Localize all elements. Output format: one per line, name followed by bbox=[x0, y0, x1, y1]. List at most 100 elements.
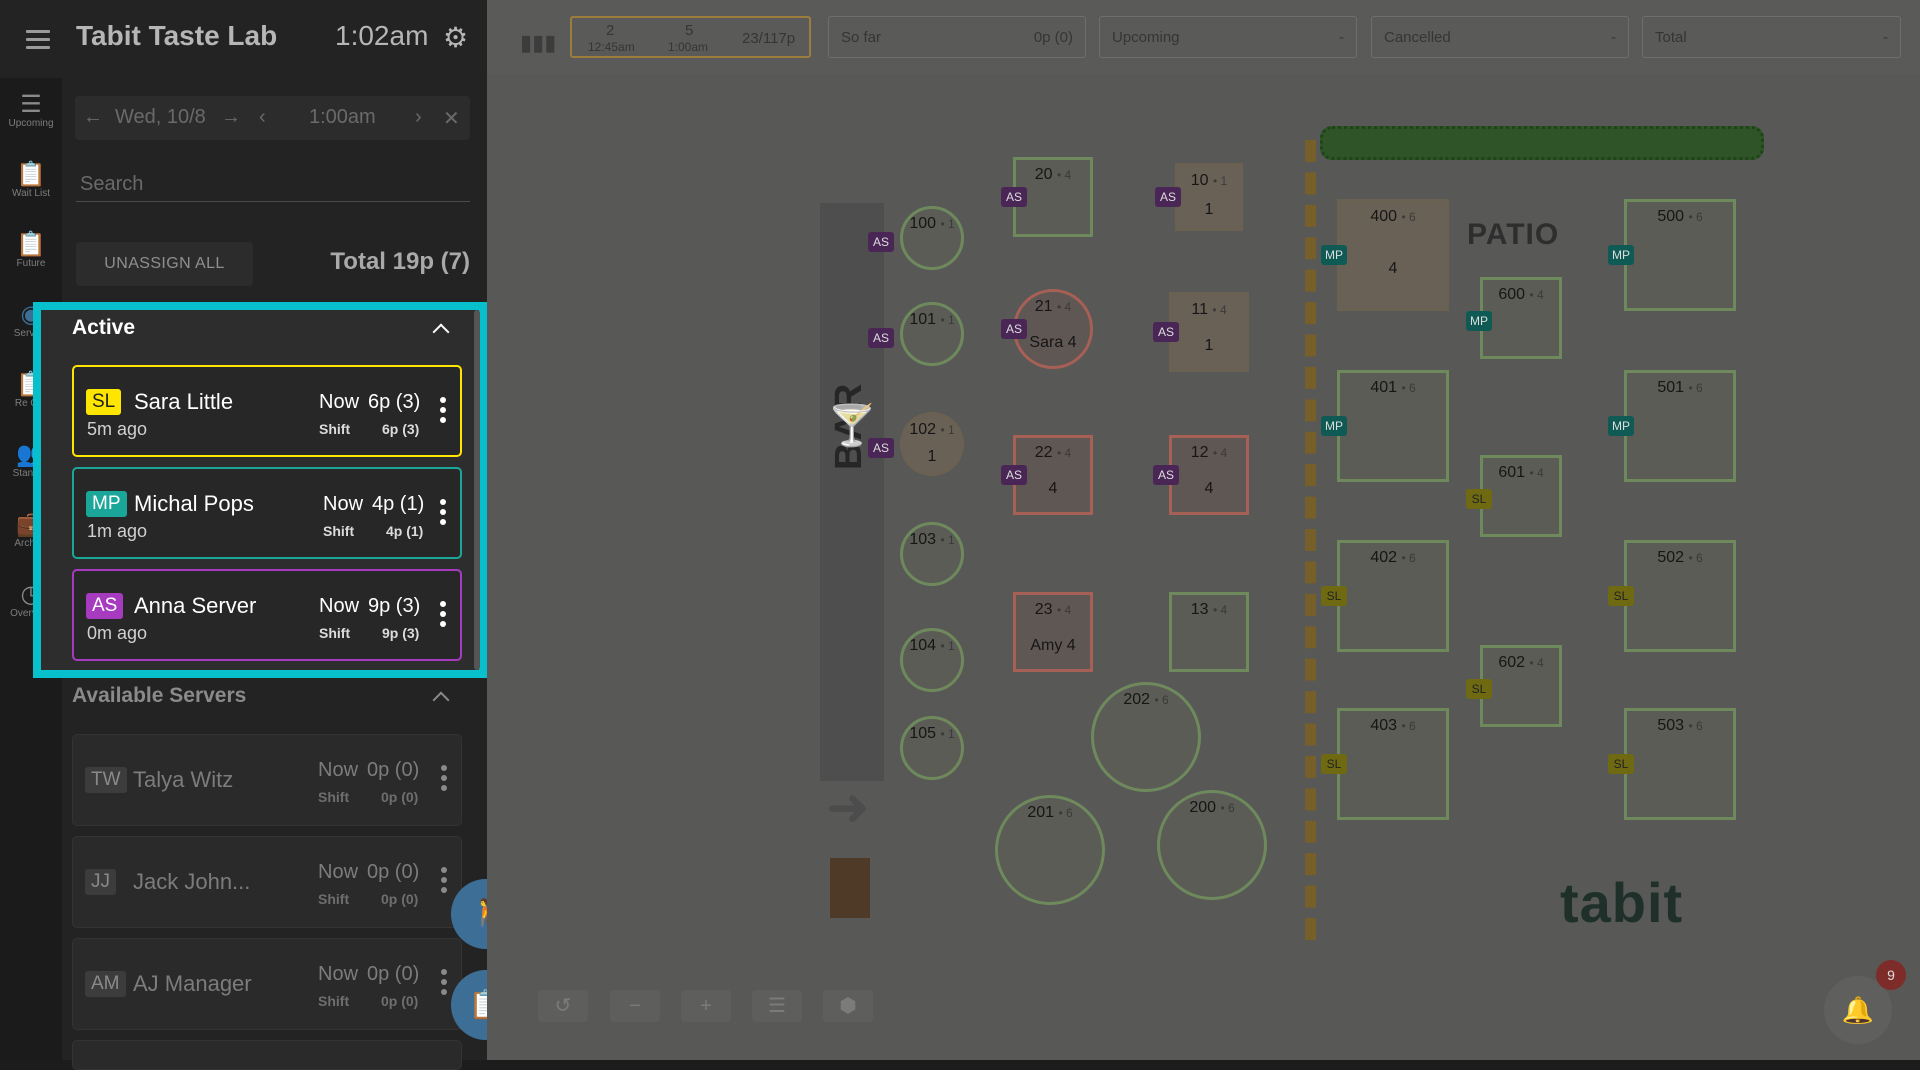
patio-label: PATIO bbox=[1467, 218, 1560, 251]
table-number: 500 • 6 bbox=[1657, 208, 1703, 225]
date-label[interactable]: Wed, 10/8 bbox=[115, 106, 206, 129]
list-view-button[interactable]: ☰ bbox=[752, 990, 802, 1022]
table-503[interactable]: 503 • 6 bbox=[1624, 708, 1736, 820]
server-initials-badge: JJ bbox=[85, 869, 116, 895]
cancelled-label: Cancelled bbox=[1384, 29, 1451, 46]
shift-label: Shift bbox=[318, 789, 350, 805]
close-icon[interactable]: ✕ bbox=[443, 106, 460, 131]
history-icon[interactable]: ↺ bbox=[538, 990, 588, 1022]
upcoming-label: Upcoming bbox=[1112, 29, 1180, 46]
current-time: 1:02am bbox=[335, 20, 429, 51]
restaurant-title: Tabit Taste Lab bbox=[76, 20, 278, 51]
table-11[interactable]: 11 • 4 1 bbox=[1169, 292, 1249, 372]
table-number: 403 • 6 bbox=[1370, 717, 1416, 734]
table-103[interactable]: 103 • 1 bbox=[900, 522, 964, 586]
more-icon[interactable] bbox=[441, 765, 447, 795]
shift-summary[interactable]: 2 12:45am 5 1:00am 23/117p bbox=[570, 16, 811, 58]
table-104[interactable]: 104 • 1 bbox=[900, 628, 964, 692]
chevron-up-icon[interactable] bbox=[432, 691, 450, 709]
table-number: 400 • 6 bbox=[1370, 208, 1416, 225]
shift-value: 9p (3) bbox=[382, 625, 420, 641]
rail-waitlist[interactable]: 📋 Wait List bbox=[0, 161, 62, 200]
now-value: 9p (3) bbox=[368, 595, 421, 617]
clipboard-icon: 📋 bbox=[16, 161, 46, 188]
table-600[interactable]: 600 • 4 bbox=[1480, 277, 1562, 359]
table-102[interactable]: 102 • 1 1 bbox=[900, 412, 964, 476]
server-card[interactable]: AM AJ Manager Now 0p (0) Shift 0p (0) bbox=[72, 938, 462, 1030]
tabit-logo: tabit bbox=[1560, 871, 1684, 934]
arrow-right-icon[interactable]: → bbox=[221, 106, 241, 129]
server-card[interactable]: SL Sara Little 5m ago Now 6p (3) Shift 6… bbox=[72, 365, 462, 457]
server-card[interactable] bbox=[72, 1040, 462, 1070]
table-502[interactable]: 502 • 6 bbox=[1624, 540, 1736, 652]
arrow-left-icon[interactable]: ← bbox=[83, 106, 103, 129]
more-icon[interactable] bbox=[441, 867, 447, 897]
rail-upcoming[interactable]: ☰ Upcoming bbox=[0, 92, 62, 130]
table-602[interactable]: 602 • 4 bbox=[1480, 645, 1562, 727]
gear-icon[interactable]: ⚙ bbox=[443, 24, 468, 52]
table-403[interactable]: 403 • 6 bbox=[1337, 708, 1449, 820]
server-card[interactable]: JJ Jack John... Now 0p (0) Shift 0p (0) bbox=[72, 836, 462, 928]
menu-icon[interactable] bbox=[26, 30, 50, 49]
zoom-in-button[interactable]: + bbox=[681, 990, 731, 1022]
bar-chart-icon[interactable]: ▮▮▮ bbox=[520, 30, 556, 56]
table-occupancy: Sara 4 bbox=[1029, 334, 1077, 351]
cancelled-box[interactable]: Cancelled - bbox=[1371, 16, 1629, 58]
server-time-ago: 5m ago bbox=[87, 419, 148, 439]
table-201[interactable]: 201 • 6 bbox=[995, 795, 1105, 905]
scrollbar[interactable] bbox=[474, 310, 480, 670]
server-tag: AS bbox=[1001, 319, 1027, 339]
server-card[interactable]: TW Talya Witz Now 0p (0) Shift 0p (0) bbox=[72, 734, 462, 826]
shift-value: 0p (0) bbox=[381, 789, 419, 805]
server-name: Talya Witz bbox=[133, 767, 234, 792]
table-number: 503 • 6 bbox=[1657, 717, 1703, 734]
total-box[interactable]: Total - bbox=[1642, 16, 1901, 58]
more-icon[interactable] bbox=[440, 601, 446, 631]
more-icon[interactable] bbox=[441, 969, 447, 999]
chevron-right-icon[interactable]: › bbox=[415, 106, 422, 129]
table-401[interactable]: 401 • 6 bbox=[1337, 370, 1449, 482]
now-value: 0p (0) bbox=[367, 963, 420, 985]
more-icon[interactable] bbox=[440, 397, 446, 427]
zoom-out-button[interactable]: − bbox=[610, 990, 660, 1022]
table-number: 103 • 1 bbox=[909, 531, 955, 548]
unassign-all-button[interactable]: UNASSIGN ALL bbox=[76, 242, 253, 286]
table-101[interactable]: 101 • 1 bbox=[900, 302, 964, 366]
server-card[interactable]: AS Anna Server 0m ago Now 9p (3) Shift 9… bbox=[72, 569, 462, 661]
search-input[interactable]: Search bbox=[76, 158, 470, 202]
table-12[interactable]: 12 • 4 4 bbox=[1169, 435, 1249, 515]
server-tag: SL bbox=[1321, 754, 1347, 774]
table-occupancy: 1 bbox=[927, 448, 937, 465]
table-number: 101 • 1 bbox=[909, 311, 955, 328]
table-10[interactable]: 10 • 1 1 bbox=[1175, 163, 1243, 231]
server-name: Michal Pops bbox=[134, 491, 254, 516]
table-400[interactable]: 400 • 6 4 bbox=[1337, 199, 1449, 311]
table-501[interactable]: 501 • 6 bbox=[1624, 370, 1736, 482]
layers-button[interactable]: ⬢ bbox=[823, 990, 873, 1022]
rail-future[interactable]: 📋 Future bbox=[0, 232, 62, 270]
upcoming-box[interactable]: Upcoming - bbox=[1099, 16, 1357, 58]
table-number: 200 • 6 bbox=[1189, 799, 1235, 816]
server-tag: MP bbox=[1321, 245, 1347, 265]
server-card[interactable]: MP Michal Pops 1m ago Now 4p (1) Shift 4… bbox=[72, 467, 462, 559]
table-number: 104 • 1 bbox=[909, 637, 955, 654]
table-number: 202 • 6 bbox=[1123, 691, 1169, 708]
table-200[interactable]: 200 • 6 bbox=[1157, 790, 1267, 900]
time-label[interactable]: 1:00am bbox=[309, 106, 376, 129]
table-105[interactable]: 105 • 1 bbox=[900, 716, 964, 780]
table-occupancy: 4 bbox=[1204, 480, 1214, 497]
available-section-title: Available Servers bbox=[72, 684, 247, 707]
chevron-left-icon[interactable]: ‹ bbox=[259, 106, 266, 129]
table-202[interactable]: 202 • 6 bbox=[1091, 682, 1201, 792]
table-601[interactable]: 601 • 4 bbox=[1480, 455, 1562, 537]
table-number: 11 • 4 bbox=[1191, 301, 1227, 318]
more-icon[interactable] bbox=[440, 499, 446, 529]
so-far-box[interactable]: So far 0p (0) bbox=[828, 16, 1086, 58]
shift-label: Shift bbox=[319, 421, 351, 437]
table-100[interactable]: 100 • 1 bbox=[900, 206, 964, 270]
table-13[interactable]: 13 • 4 bbox=[1169, 592, 1249, 672]
active-section-title: Active bbox=[72, 316, 136, 339]
table-500[interactable]: 500 • 6 bbox=[1624, 199, 1736, 311]
table-23[interactable]: 23 • 4 Amy 4 bbox=[1013, 592, 1093, 672]
table-402[interactable]: 402 • 6 bbox=[1337, 540, 1449, 652]
